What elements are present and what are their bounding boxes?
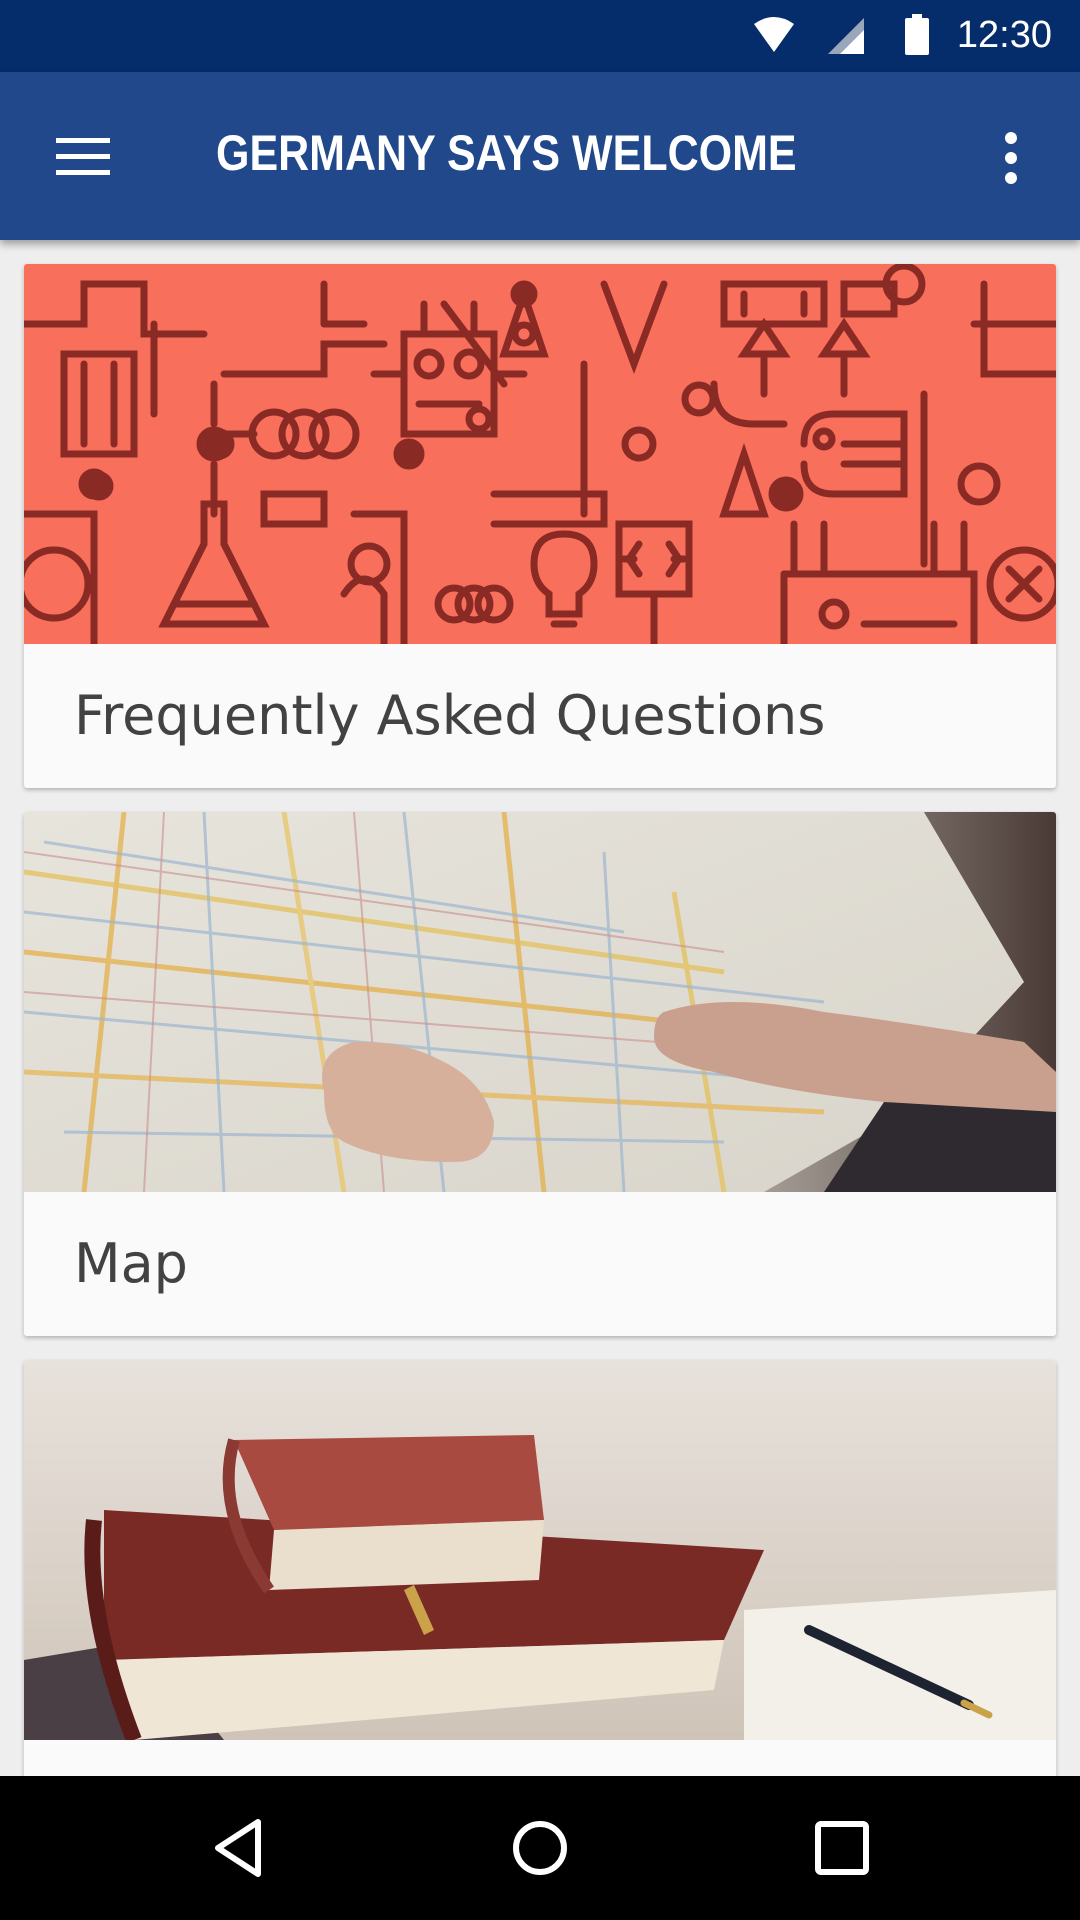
cell-signal-icon xyxy=(828,18,864,54)
card-list: Frequently Asked Questions Map xyxy=(0,240,1080,1776)
back-icon[interactable] xyxy=(208,1816,272,1880)
faq-doodle-image xyxy=(24,264,1056,644)
app-title: GERMANY SAYS WELCOME xyxy=(216,125,797,181)
card-map[interactable]: Map xyxy=(24,812,1056,1336)
card-title-faq: Frequently Asked Questions xyxy=(74,684,826,747)
wifi-icon xyxy=(754,17,794,52)
clock: 12:30 xyxy=(956,14,1052,56)
map-photo-image xyxy=(24,812,1056,1192)
hamburger-menu-icon[interactable] xyxy=(54,132,114,182)
books-photo-image xyxy=(24,1360,1056,1740)
home-icon[interactable] xyxy=(508,1816,572,1880)
card-books[interactable] xyxy=(24,1360,1056,1776)
more-vertical-icon[interactable] xyxy=(996,130,1026,186)
card-faq[interactable]: Frequently Asked Questions xyxy=(24,264,1056,788)
card-title-map: Map xyxy=(74,1232,188,1295)
recents-icon[interactable] xyxy=(810,1816,874,1880)
status-bar: 12:30 xyxy=(0,0,1080,72)
app-bar: GERMANY SAYS WELCOME xyxy=(0,72,1080,240)
battery-icon xyxy=(905,14,929,55)
system-nav-bar xyxy=(0,1776,1080,1920)
